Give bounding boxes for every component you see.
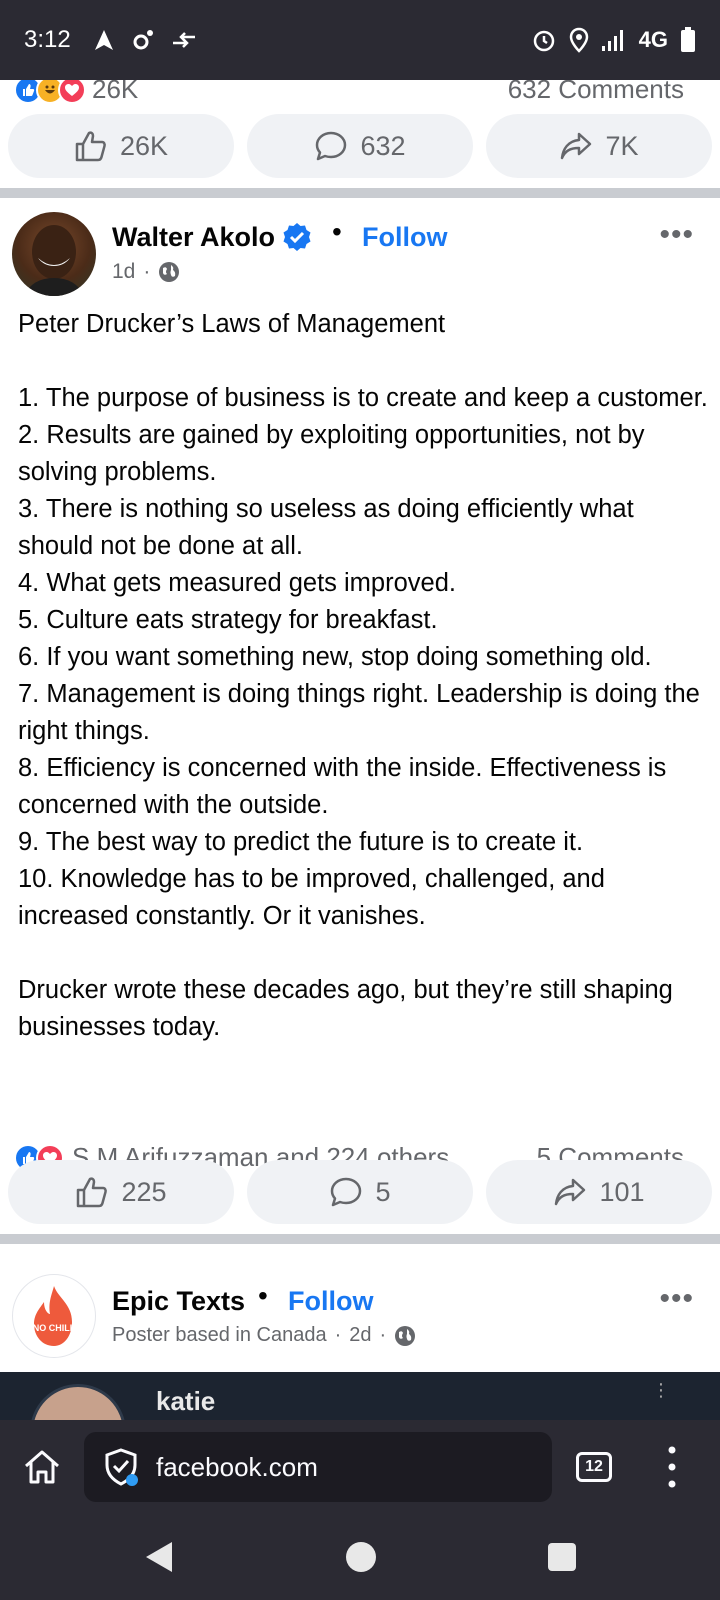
settings-sync-icon xyxy=(133,30,153,50)
signal-icon xyxy=(601,30,623,51)
page-description: Poster based in Canada xyxy=(112,1324,327,1346)
previous-reaction-count[interactable]: 26K xyxy=(92,80,138,105)
like-count: 225 xyxy=(121,1176,167,1207)
next-post-media[interactable]: katie ⋮ xyxy=(0,1372,720,1420)
comment-bubble-icon xyxy=(316,131,347,161)
media-dots-icon: ⋮ xyxy=(652,1380,670,1400)
follow-button[interactable]: Follow xyxy=(362,222,447,253)
recent-apps-icon[interactable] xyxy=(548,1543,576,1571)
author-avatar[interactable] xyxy=(12,212,96,296)
law-item: 3. There is nothing so useless as doing … xyxy=(18,495,634,560)
law-item: 7. Management is doing things right. Lea… xyxy=(18,680,700,745)
previous-post-summary: 26K 632 Comments xyxy=(0,80,720,108)
law-item: 4. What gets measured gets improved. xyxy=(18,569,456,597)
location-icon xyxy=(569,27,588,53)
more-options-icon[interactable]: ••• xyxy=(659,218,694,252)
system-nav-bar xyxy=(0,1516,720,1600)
law-item: 6. If you want something new, stop doing… xyxy=(18,643,652,671)
url-text: facebook.com xyxy=(156,1451,318,1482)
flame-logo-icon: NO CHILL xyxy=(33,1286,76,1346)
post-title: Peter Drucker’s Laws of Management xyxy=(18,310,446,338)
meta-dot: · xyxy=(334,1324,342,1346)
separator-dot: • xyxy=(332,216,342,247)
separator-dot: • xyxy=(258,1280,268,1311)
share-arrow-icon xyxy=(555,1178,586,1206)
navigation-icon xyxy=(94,30,113,50)
thumbs-up-icon xyxy=(77,1177,108,1208)
page-avatar[interactable]: NO CHILL xyxy=(12,1274,96,1358)
previous-post-actions: 26K 632 7K xyxy=(0,114,720,178)
previous-comments-link[interactable]: 632 Comments xyxy=(508,80,684,105)
share-count: 101 xyxy=(599,1176,645,1207)
next-post-meta: Poster based in Canada · 2d · xyxy=(112,1324,416,1347)
like-count: 26K xyxy=(119,130,169,161)
comment-button[interactable]: 5 xyxy=(247,1160,473,1224)
network-type: 4G xyxy=(638,27,668,52)
share-button[interactable]: 101 xyxy=(486,1160,712,1224)
avatar-image xyxy=(24,225,84,296)
data-transfer-icon xyxy=(172,32,195,48)
globe-icon xyxy=(395,1325,416,1346)
media-avatar xyxy=(30,1384,126,1420)
shield-check-icon xyxy=(105,1448,138,1486)
like-button[interactable]: 225 xyxy=(8,1160,234,1224)
post-body: Peter Drucker’s Laws of Management 1. Th… xyxy=(18,306,708,1046)
verified-badge-icon xyxy=(283,223,311,251)
status-time: 3:12 xyxy=(24,26,71,53)
globe-icon xyxy=(159,262,180,282)
next-post-header: NO CHILL Epic Texts • Follow ••• Poster … xyxy=(0,1274,720,1364)
browser-menu-icon[interactable] xyxy=(664,1442,680,1492)
post-separator xyxy=(0,1234,720,1244)
love-reaction-icon xyxy=(58,80,86,104)
post-closing: Drucker wrote these decades ago, but the… xyxy=(18,976,673,1041)
meta-dot: · xyxy=(379,1324,387,1346)
law-item: 9. The best way to predict the future is… xyxy=(18,828,584,856)
comment-bubble-icon xyxy=(331,1177,362,1207)
home-icon[interactable] xyxy=(22,1448,62,1486)
law-item: 5. Culture eats strategy for breakfast. xyxy=(18,606,438,634)
share-count: 7K xyxy=(605,130,639,161)
share-button[interactable]: 7K xyxy=(486,114,712,178)
like-button[interactable]: 26K xyxy=(8,114,234,178)
post-separator xyxy=(0,188,720,198)
url-bar[interactable]: facebook.com xyxy=(84,1432,552,1502)
post-actions: 225 5 101 xyxy=(0,1160,720,1224)
law-item: 8. Efficiency is concerned with the insi… xyxy=(18,754,667,819)
law-item: 10. Knowledge has to be improved, challe… xyxy=(18,865,605,930)
post-time[interactable]: 2d xyxy=(349,1324,371,1347)
page-name[interactable]: Epic Texts xyxy=(112,1286,245,1317)
comment-button[interactable]: 632 xyxy=(247,114,473,178)
comment-count: 5 xyxy=(375,1176,391,1207)
home-circle-icon[interactable] xyxy=(346,1542,376,1572)
post-header: Walter Akolo • Follow ••• 1d · xyxy=(0,210,720,300)
tabs-button[interactable]: 12 xyxy=(576,1452,612,1482)
status-bar: 3:12 4G xyxy=(0,0,720,80)
meta-dot: · xyxy=(143,260,151,283)
follow-button[interactable]: Follow xyxy=(288,1286,373,1317)
media-name: katie xyxy=(156,1386,216,1416)
alarm-icon xyxy=(533,30,554,52)
law-item: 2. Results are gained by exploiting oppo… xyxy=(18,421,645,486)
thumbs-up-icon xyxy=(75,131,106,162)
back-icon[interactable] xyxy=(144,1540,174,1574)
avatar-logo-text: NO CHILL xyxy=(33,1323,76,1333)
law-item: 1. The purpose of business is to create … xyxy=(18,384,708,412)
author-name[interactable]: Walter Akolo xyxy=(112,222,275,253)
more-options-icon[interactable]: ••• xyxy=(659,1282,694,1316)
share-arrow-icon xyxy=(561,132,592,160)
post-meta: 1d · xyxy=(112,260,180,284)
comment-count: 632 xyxy=(360,130,406,161)
browser-toolbar: facebook.com 12 xyxy=(0,1420,720,1516)
post-time[interactable]: 1d xyxy=(112,260,135,284)
battery-icon xyxy=(681,27,695,52)
